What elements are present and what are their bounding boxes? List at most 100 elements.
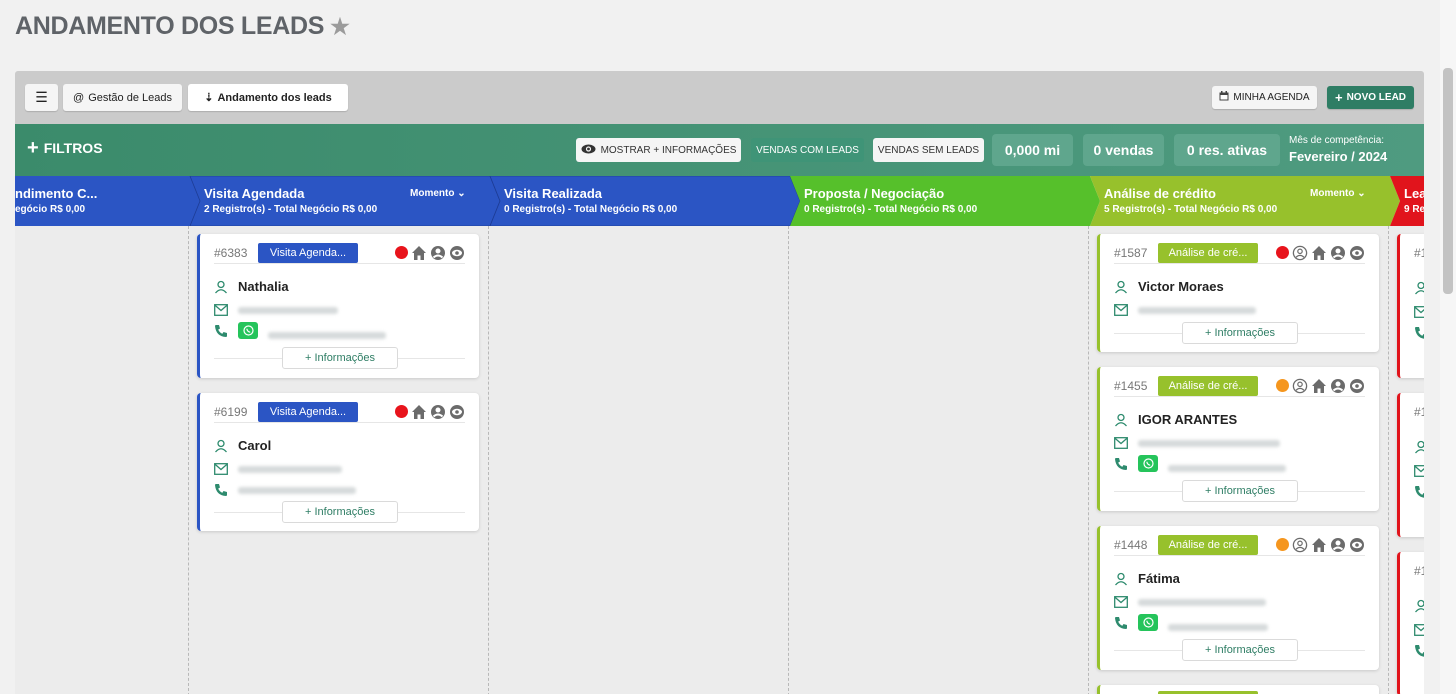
redacted-phone [1168, 624, 1268, 631]
user-circle-icon[interactable] [1330, 378, 1346, 394]
email-row [1114, 596, 1266, 608]
user-circle-icon[interactable] [1330, 537, 1346, 553]
lead-card[interactable]: #1455 Análise de cré... IGOR ARANTES + I… [1097, 367, 1379, 511]
stage-sub: 0 Registro(s) - Total Negócio R$ 0,00 [504, 204, 678, 215]
momento-label: Momento [1310, 188, 1355, 199]
user-outline-icon[interactable] [1292, 537, 1308, 553]
competencia-value: Fevereiro / 2024 [1289, 149, 1388, 164]
mais-informacoes-button[interactable]: + Informações [1182, 639, 1298, 661]
stage-analise-de-credito[interactable]: Análise de crédito 5 Registro(s) - Total… [1104, 176, 1390, 226]
mais-informacoes-button[interactable]: + Informações [1182, 322, 1298, 344]
envelope-icon [1114, 304, 1128, 316]
momento-dropdown[interactable]: Momento ⌄ [1310, 188, 1366, 199]
novo-lead-label: NOVO LEAD [1346, 92, 1407, 103]
stage-proposta-negociacao[interactable]: Proposta / Negociação 0 Registro(s) - To… [804, 176, 1090, 226]
stage-name: Lea [1404, 186, 1424, 201]
page-scrollbar[interactable] [1440, 0, 1456, 694]
phone-icon[interactable] [1414, 644, 1424, 658]
minha-agenda-button[interactable]: MINHA AGENDA [1212, 86, 1317, 109]
eye-icon[interactable] [1349, 537, 1365, 553]
user-circle-icon[interactable] [430, 404, 446, 420]
mais-informacoes-button[interactable]: + Informações [1182, 480, 1298, 502]
stage-headers: ndimento C... egócio R$ 0,00 Visita Agen… [15, 176, 1424, 226]
phone-icon[interactable] [1414, 326, 1424, 340]
competencia[interactable]: Mês de competência: Fevereiro / 2024 [1289, 135, 1387, 164]
column-divider [488, 226, 489, 694]
envelope-icon [214, 304, 228, 316]
card-icons [1276, 537, 1365, 553]
redacted-email [1138, 439, 1280, 447]
mais-informacoes-button[interactable]: + Informações [282, 347, 398, 369]
whatsapp-icon[interactable] [1138, 614, 1158, 631]
lead-card[interactable] [1097, 685, 1379, 694]
home-icon[interactable] [1311, 245, 1327, 261]
user-circle-icon[interactable] [1330, 245, 1346, 261]
page-title: ANDAMENTO DOS LEADS ★ [15, 12, 350, 41]
stat-valor-text: 0,000 mi [1004, 142, 1061, 158]
vendas-sem-leads-button[interactable]: VENDAS SEM LEADS [873, 138, 984, 162]
stat-vendas-text: 0 vendas [1093, 142, 1154, 158]
email-row [214, 304, 338, 316]
status-badge[interactable]: Análise de cré... [1158, 242, 1258, 263]
user-circle-icon[interactable] [430, 245, 446, 261]
status-badge[interactable]: Visita Agenda... [258, 242, 358, 263]
eye-icon[interactable] [449, 404, 465, 420]
status-badge[interactable]: Análise de cré... [1158, 375, 1258, 396]
phone-icon[interactable] [214, 483, 228, 497]
lead-id: #1448 [1114, 537, 1148, 552]
star-icon[interactable]: ★ [330, 14, 350, 40]
eye-icon[interactable] [1349, 378, 1365, 394]
status-badge[interactable]: Análise de cré... [1158, 534, 1258, 555]
scrollbar-thumb[interactable] [1443, 68, 1453, 294]
home-icon[interactable] [1311, 537, 1327, 553]
phone-icon[interactable] [214, 324, 228, 338]
whatsapp-icon[interactable] [238, 322, 258, 339]
mais-informacoes-button[interactable]: + Informações [282, 501, 398, 523]
filters-toggle[interactable]: + FILTROS [27, 138, 103, 158]
hamburger-icon: ☰ [35, 89, 48, 105]
card-icons [1276, 378, 1365, 394]
lead-card[interactable]: #1 [1397, 234, 1424, 378]
vendas-com-leads-button[interactable]: VENDAS COM LEADS [751, 138, 864, 162]
whatsapp-icon[interactable] [1138, 455, 1158, 472]
stage-name: Análise de crédito [1104, 186, 1216, 201]
lead-card[interactable]: #6383 Visita Agenda... Nathalia + Inform… [197, 234, 479, 378]
user-outline-icon[interactable] [1292, 378, 1308, 394]
lead-id: #1 [1414, 405, 1424, 419]
page-title-text: ANDAMENTO DOS LEADS [15, 12, 325, 40]
envelope-icon [1414, 465, 1424, 477]
eye-icon[interactable] [449, 245, 465, 261]
envelope-icon [1414, 306, 1424, 318]
mostrar-informacoes-button[interactable]: MOSTRAR + INFORMAÇÕES [576, 138, 741, 162]
sort-icon: ⇣ [204, 92, 214, 104]
momento-dropdown[interactable]: Momento ⌄ [410, 188, 466, 199]
lead-card[interactable]: #1587 Análise de cré... Victor Moraes + … [1097, 234, 1379, 352]
stage-leads-partial[interactable]: Lea 9 Re [1404, 176, 1424, 226]
lead-card[interactable]: #6199 Visita Agenda... Carol + Informaçõ… [197, 393, 479, 531]
novo-lead-button[interactable]: + NOVO LEAD [1327, 86, 1414, 109]
redacted-email [1138, 306, 1256, 314]
stat-reservas-text: 0 res. ativas [1186, 142, 1268, 158]
tab-andamento-dos-leads[interactable]: ⇣ Andamento dos leads [188, 84, 348, 111]
envelope-icon [1114, 596, 1128, 608]
lead-card[interactable]: #1 [1397, 552, 1424, 694]
home-icon[interactable] [411, 404, 427, 420]
status-badge[interactable]: Visita Agenda... [258, 401, 358, 422]
home-icon[interactable] [411, 245, 427, 261]
eye-icon[interactable] [1349, 245, 1365, 261]
column-divider [1088, 226, 1089, 694]
phone-icon[interactable] [1114, 616, 1128, 630]
stage-visita-realizada[interactable]: Visita Realizada 0 Registro(s) - Total N… [504, 176, 790, 226]
menu-button[interactable]: ☰ [25, 84, 58, 111]
phone-icon[interactable] [1414, 485, 1424, 499]
lead-card[interactable]: #1448 Análise de cré... Fátima + Informa… [1097, 526, 1379, 670]
momento-label: Momento [410, 188, 455, 199]
filters-label: FILTROS [43, 140, 103, 156]
stage-visita-agendada[interactable]: Visita Agendada 2 Registro(s) - Total Ne… [204, 176, 490, 226]
user-outline-icon[interactable] [1292, 245, 1308, 261]
lead-card[interactable]: #1 [1397, 393, 1424, 537]
tab-gestao-de-leads[interactable]: @ Gestão de Leads [63, 84, 182, 111]
home-icon[interactable] [1311, 378, 1327, 394]
phone-icon[interactable] [1114, 457, 1128, 471]
stage-atendimento[interactable]: ndimento C... egócio R$ 0,00 [15, 176, 195, 226]
